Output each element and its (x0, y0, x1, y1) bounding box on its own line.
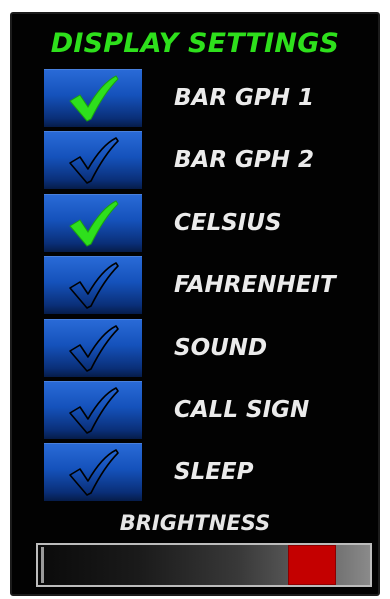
brightness-label: BRIGHTNESS (119, 511, 271, 535)
option-label: CELSIUS (174, 210, 282, 236)
brightness-slider[interactable] (36, 543, 372, 587)
checkbox-fahrenheit[interactable] (44, 256, 142, 314)
checkbox-call-sign[interactable] (44, 381, 142, 439)
check-outline-icon (69, 262, 119, 309)
check-outline-icon (69, 137, 119, 184)
option-row-fahrenheit: FAHRENHEIT (44, 256, 364, 314)
option-label: CALL SIGN (174, 397, 310, 423)
brightness-slider-thumb[interactable] (288, 545, 336, 585)
option-row-bar-gph-2: BAR GPH 2 (44, 131, 364, 189)
check-outline-icon (69, 387, 119, 434)
slider-min-tick (41, 547, 44, 583)
check-icon (69, 75, 119, 122)
check-outline-icon (69, 449, 119, 496)
panel-title: DISPLAY SETTINGS (50, 28, 340, 59)
checkbox-bar-gph-2[interactable] (44, 131, 142, 189)
option-label: FAHRENHEIT (174, 272, 336, 298)
option-label: SOUND (174, 335, 268, 361)
check-outline-icon (69, 325, 119, 372)
option-label: BAR GPH 1 (174, 85, 315, 111)
option-row-call-sign: CALL SIGN (44, 381, 364, 439)
option-row-celsius: CELSIUS (44, 194, 364, 252)
checkbox-celsius[interactable] (44, 194, 142, 252)
checkbox-sound[interactable] (44, 319, 142, 377)
display-settings-panel: DISPLAY SETTINGS BAR GPH 1 BAR GPH 2 CEL… (10, 12, 380, 596)
option-row-bar-gph-1: BAR GPH 1 (44, 69, 364, 127)
checkbox-sleep[interactable] (44, 443, 142, 501)
option-row-sleep: SLEEP (44, 443, 364, 501)
check-icon (69, 200, 119, 247)
option-row-sound: SOUND (44, 319, 364, 377)
option-label: BAR GPH 2 (174, 147, 315, 173)
checkbox-bar-gph-1[interactable] (44, 69, 142, 127)
option-label: SLEEP (174, 459, 254, 485)
